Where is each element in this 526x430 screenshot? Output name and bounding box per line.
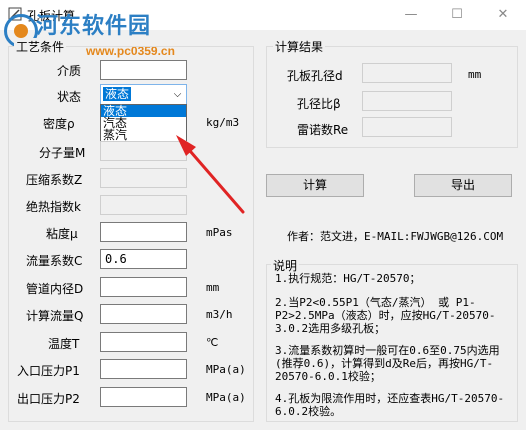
calculate-button[interactable]: 计算 bbox=[266, 174, 364, 197]
medium-input[interactable] bbox=[100, 60, 187, 80]
watermark-name: 河东软件园 bbox=[36, 13, 152, 39]
note-item: 2.当P2<0.55P1（气态/蒸汽） 或 P1-P2>2.5MPa（液态）时，… bbox=[275, 296, 496, 335]
density-unit: kg/m3 bbox=[206, 116, 240, 129]
chevron-down-icon[interactable]: ⌵ bbox=[169, 85, 186, 104]
temp-label: 温度T bbox=[48, 337, 80, 351]
note-item: 3.流量系数初算时一般可在0.6至0.75内选用(推荐0.6)，计算得到d及Re… bbox=[275, 344, 500, 383]
close-button[interactable]: ✕ bbox=[480, 0, 526, 30]
results-legend: 计算结果 bbox=[273, 38, 326, 55]
medium-label: 介质 bbox=[57, 64, 82, 78]
pipediam-label: 管道内径D bbox=[26, 282, 84, 296]
beta-output bbox=[362, 91, 452, 111]
state-option[interactable]: 蒸汽 bbox=[101, 129, 186, 141]
flow-unit: m3/h bbox=[206, 308, 233, 321]
flowcoef-input[interactable]: 0.6 bbox=[100, 249, 187, 269]
inlet-unit: MPa(a) bbox=[206, 363, 246, 376]
inlet-input[interactable] bbox=[100, 359, 187, 379]
reynolds-output bbox=[362, 117, 452, 137]
viscosity-label: 粘度μ bbox=[46, 227, 78, 241]
params-legend: 工艺条件 bbox=[14, 38, 67, 55]
outlet-input[interactable] bbox=[100, 387, 187, 407]
reynolds-label: 雷诺数Re bbox=[297, 123, 349, 137]
compress-label: 压缩系数Z bbox=[26, 173, 83, 187]
viscosity-unit: mPas bbox=[206, 226, 233, 239]
bore-output bbox=[362, 63, 452, 83]
density-label: 密度ρ bbox=[43, 117, 75, 131]
viscosity-input[interactable] bbox=[100, 222, 187, 242]
export-button[interactable]: 导出 bbox=[414, 174, 512, 197]
compress-input[interactable] bbox=[100, 168, 187, 188]
adiabatic-input[interactable] bbox=[100, 195, 187, 215]
bore-label: 孔板孔径d bbox=[287, 69, 343, 83]
state-selected-value: 液态 bbox=[103, 87, 132, 101]
temp-unit: ℃ bbox=[206, 336, 219, 349]
pipediam-unit: mm bbox=[206, 281, 220, 294]
outlet-unit: MPa(a) bbox=[206, 391, 246, 404]
note-item: 4.孔板为限流作用时，还应查表HG/T-20570-6.0.2校验。 bbox=[275, 392, 505, 418]
molweight-input[interactable] bbox=[100, 141, 187, 161]
state-dropdown[interactable]: 液态 汽态 蒸汽 bbox=[100, 104, 187, 142]
flowcoef-label: 流量系数C bbox=[26, 254, 83, 268]
author-info: 作者：范文进，E-MAIL:FWJWGB@126.COM bbox=[287, 230, 504, 243]
minimize-button[interactable]: — bbox=[388, 0, 434, 30]
beta-label: 孔径比β bbox=[297, 97, 341, 111]
temp-input[interactable] bbox=[100, 332, 187, 352]
state-select[interactable]: 液态 ⌵ bbox=[100, 84, 187, 105]
flow-label: 计算流量Q bbox=[26, 309, 84, 323]
state-label: 状态 bbox=[57, 90, 82, 104]
inlet-label: 入口压力P1 bbox=[17, 364, 80, 378]
maximize-button[interactable]: ☐ bbox=[434, 0, 480, 30]
flow-input[interactable] bbox=[100, 304, 187, 324]
pipediam-input[interactable] bbox=[100, 277, 187, 297]
adiabatic-label: 绝热指数k bbox=[26, 200, 81, 214]
note-item: 1.执行规范：HG/T-20570； bbox=[275, 272, 421, 285]
molweight-label: 分子量M bbox=[39, 146, 86, 160]
outlet-label: 出口压力P2 bbox=[17, 392, 80, 406]
bore-unit: mm bbox=[468, 68, 482, 81]
